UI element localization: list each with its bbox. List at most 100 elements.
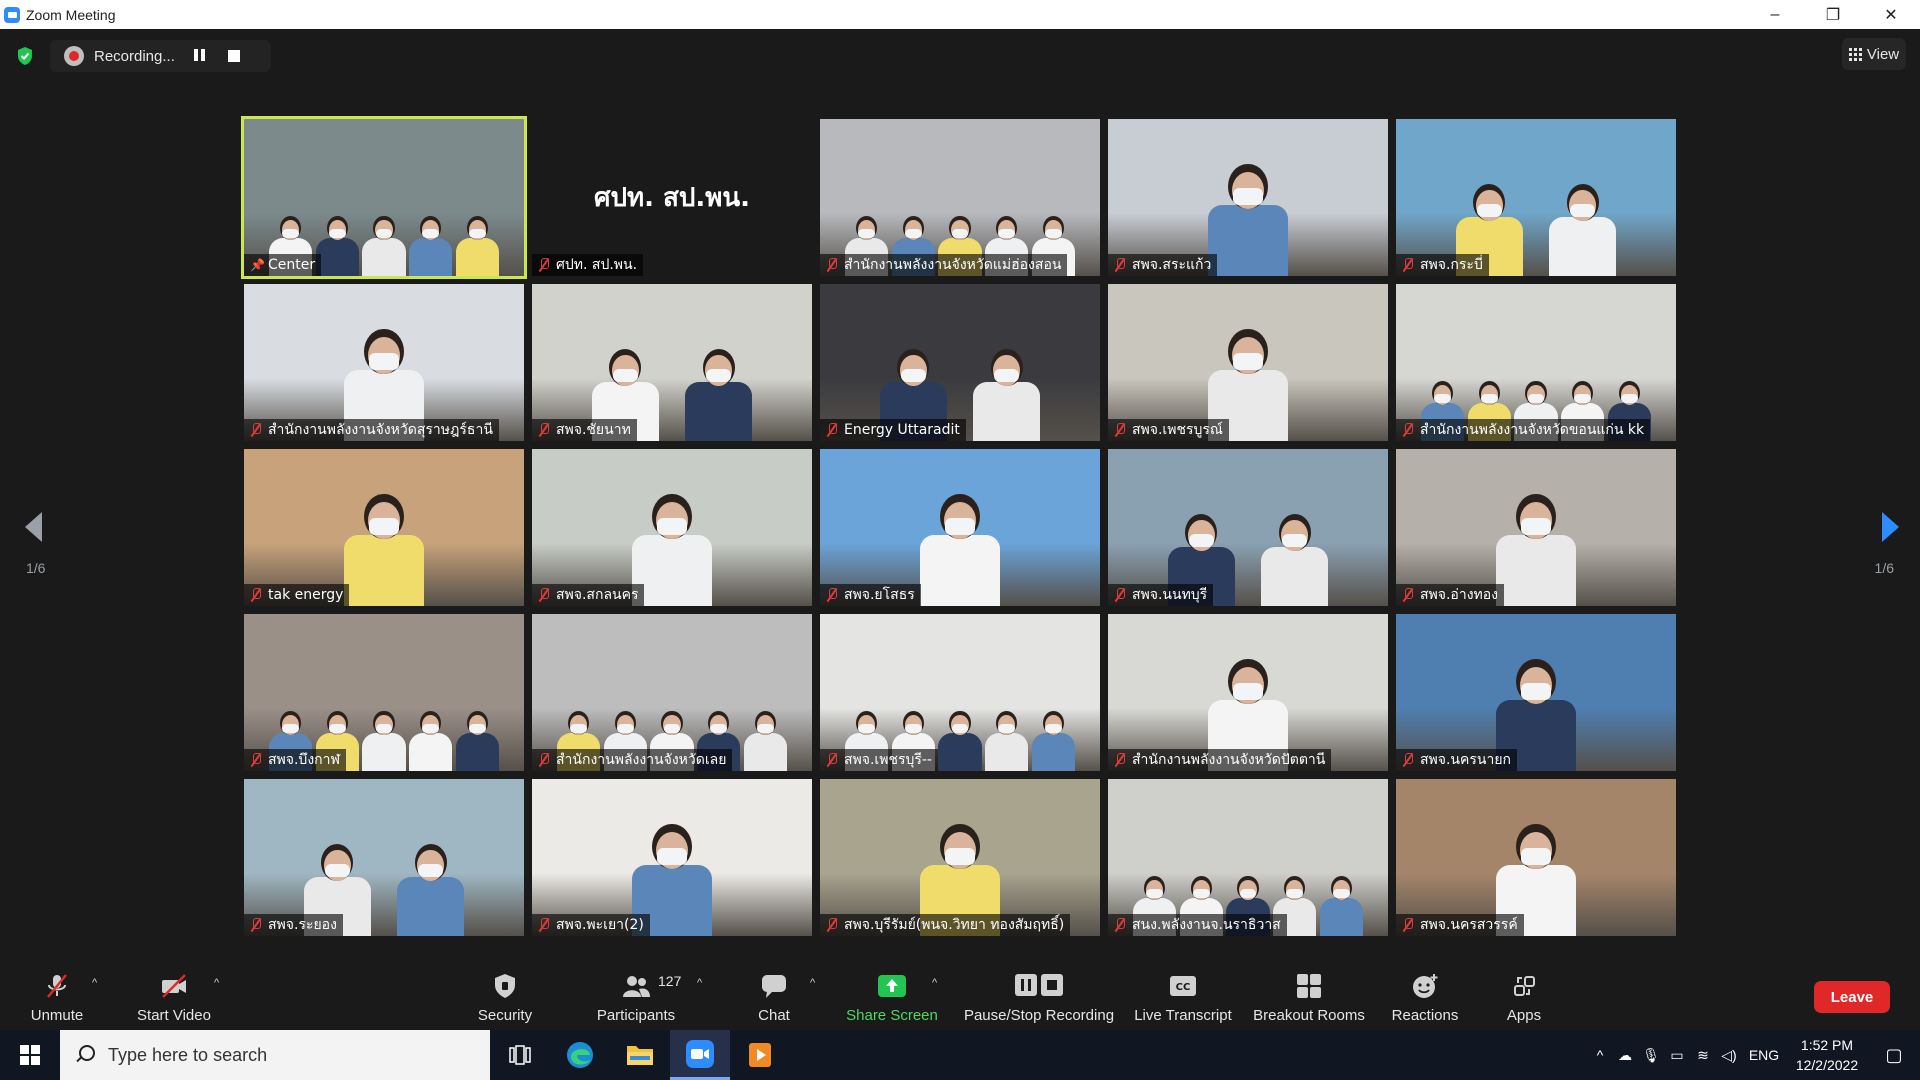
stop-recording-icon[interactable] [228,50,240,62]
participant-name: สพจ.กระบี่ [1420,257,1483,273]
notification-center-icon[interactable]: ▢ [1868,1045,1920,1066]
media-player-icon[interactable] [730,1030,790,1080]
participant-tile[interactable]: Energy Uttaradit [820,284,1100,441]
shield-icon[interactable] [16,46,34,66]
pause-recording-icon[interactable] [194,49,208,63]
participant-name: สพจ.เพชรบูรณ์ [1132,422,1223,438]
apps-button[interactable]: Apps [1506,961,1542,1030]
taskbar-clock[interactable]: 1:52 PM 12/2/2022 [1786,1035,1868,1075]
participant-nameplate: สพจ.นครสวรรค์ [1396,914,1524,936]
file-explorer-icon[interactable] [610,1030,670,1080]
participant-tile[interactable]: สนง.พลังงานจ.นราธิวาส [1108,779,1388,936]
participant-tile[interactable]: สพจ.ระยอง [244,779,524,936]
participant-nameplate: ศปท. สป.พน. [532,254,644,276]
participant-name: Energy Uttaradit [844,422,960,438]
participant-tile[interactable]: สพจ.เพชรบุรี-- [820,614,1100,771]
system-tray: ^ ☁ 🎙 ▭ ≋ ◁) ENG 1:52 PM 12/2/2022 ▢ [1588,1030,1920,1080]
participant-name: สพจ.ระยอง [268,917,337,933]
share-screen-button[interactable]: Share Screen [846,961,938,1030]
cloud-icon[interactable]: ☁ [1612,1047,1638,1064]
video-feed [1108,449,1388,606]
reactions-icon [1413,974,1438,998]
task-view-icon[interactable] [490,1030,550,1080]
participant-tile[interactable]: สพจ.สกลนคร [532,449,812,606]
taskbar-search-box[interactable]: Type here to search [60,1030,490,1080]
participant-person [455,195,500,276]
muted-mic-icon [250,423,262,437]
participant-name: สพจ.บึงกาฬ [268,752,341,768]
start-video-button[interactable]: Start Video [134,961,214,1030]
participant-name: สพจ.บุรีรัมย์(พนจ.วิทยา ทองสัมฤทธิ์) [844,917,1065,933]
video-options-caret-icon[interactable]: ^ [214,977,219,989]
view-button[interactable]: View [1842,38,1906,70]
participant-tile[interactable]: tak energy [244,449,524,606]
participant-tile[interactable]: สำนักงานพลังงานจังหวัดเลย [532,614,812,771]
chat-button[interactable]: Chat [754,961,794,1030]
next-page-arrow-icon[interactable] [1880,510,1902,544]
live-transcript-button[interactable]: CC Live Transcript [1132,961,1234,1030]
reactions-button[interactable]: Reactions [1392,961,1458,1030]
participant-tile[interactable]: สพจ.บึงกาฬ [244,614,524,771]
participant-person [408,690,453,771]
battery-icon[interactable]: ▭ [1664,1047,1690,1064]
wifi-icon[interactable]: ≋ [1690,1047,1716,1064]
participant-tile[interactable]: สำนักงานพลังงานจังหวัดขอนแก่น kk [1396,284,1676,441]
participant-tile[interactable]: สพจ.นนทบุรี [1108,449,1388,606]
security-button[interactable]: Security [474,961,536,1030]
video-feed [820,284,1100,441]
participant-nameplate: tak energy [244,584,350,606]
restore-button[interactable]: ❐ [1804,0,1862,29]
language-indicator[interactable]: ENG [1742,1047,1786,1063]
participant-name: ศปท. สป.พน. [556,257,638,273]
windows-taskbar: Type here to search ^ ☁ 🎙 ▭ ≋ ◁) ENG 1:5… [0,1030,1920,1080]
meeting-toolbar: Unmute ^ Start Video ^ Security Particip… [0,961,1920,1030]
show-hidden-icons-chevron-icon[interactable]: ^ [1588,1047,1612,1063]
participants-button[interactable]: Participants [594,961,678,1030]
share-screen-label: Share Screen [846,1007,938,1024]
audio-options-caret-icon[interactable]: ^ [92,977,97,989]
pause-stop-recording-button[interactable]: Pause/Stop Recording [962,961,1116,1030]
chat-label: Chat [758,1007,790,1024]
title-bar: Zoom Meeting – ❐ ✕ [0,0,1920,29]
participant-tile[interactable]: สพจ.อ่างทอง [1396,449,1676,606]
unmute-button[interactable]: Unmute [26,961,88,1030]
closed-captions-icon: CC [1170,976,1196,996]
participant-person [343,457,425,606]
previous-page-arrow-icon[interactable] [22,510,44,544]
participant-tile[interactable]: สพจ.พะเยา(2) [532,779,812,936]
participant-tile[interactable]: 📌 Center [241,116,527,279]
participant-person [1549,153,1616,276]
leave-button[interactable]: Leave [1814,981,1890,1013]
chat-options-caret-icon[interactable]: ^ [810,977,815,989]
participant-nameplate: สพจ.กระบี่ [1396,254,1489,276]
participants-options-caret-icon[interactable]: ^ [697,977,702,989]
muted-mic-icon [1402,918,1414,932]
participant-tile[interactable]: สำนักงานพลังงานจังหวัดแม่ฮ่องสอน [820,119,1100,276]
participant-tile[interactable]: สพจ.บุรีรัมย์(พนจ.วิทยา ทองสัมฤทธิ์) [820,779,1100,936]
start-button[interactable] [0,1030,60,1080]
video-feed [532,284,812,441]
zoom-taskbar-icon[interactable] [670,1030,730,1080]
apps-label: Apps [1506,1007,1542,1024]
breakout-rooms-button[interactable]: Breakout Rooms [1252,961,1366,1030]
muted-mic-icon [250,918,262,932]
share-options-caret-icon[interactable]: ^ [932,977,937,989]
participant-tile[interactable]: สพจ.เพชรบูรณ์ [1108,284,1388,441]
video-feed [1396,119,1676,276]
participant-tile[interactable]: สพจ.สระแก้ว [1108,119,1388,276]
edge-browser-icon[interactable] [550,1030,610,1080]
participant-tile[interactable]: สำนักงานพลังงานจังหวัดปัตตานี [1108,614,1388,771]
participant-tile[interactable]: สพจ.กระบี่ [1396,119,1676,276]
microphone-icon[interactable]: 🎙 [1638,1047,1664,1064]
participant-tile[interactable]: สพจ.ยโสธร [820,449,1100,606]
muted-mic-icon [826,753,838,767]
minimize-button[interactable]: – [1746,0,1804,29]
participant-tile[interactable]: สพจ.ชัยนาท [532,284,812,441]
volume-icon[interactable]: ◁) [1716,1047,1742,1064]
muted-mic-icon [1114,423,1126,437]
participant-tile[interactable]: ศปท. สป.พน. ศปท. สป.พน. [532,119,812,276]
participant-tile[interactable]: สพจ.นครสวรรค์ [1396,779,1676,936]
participant-tile[interactable]: สพจ.นครนายก [1396,614,1676,771]
close-button[interactable]: ✕ [1862,0,1920,29]
participant-tile[interactable]: สำนักงานพลังงานจังหวัดสุราษฎร์ธานี [244,284,524,441]
